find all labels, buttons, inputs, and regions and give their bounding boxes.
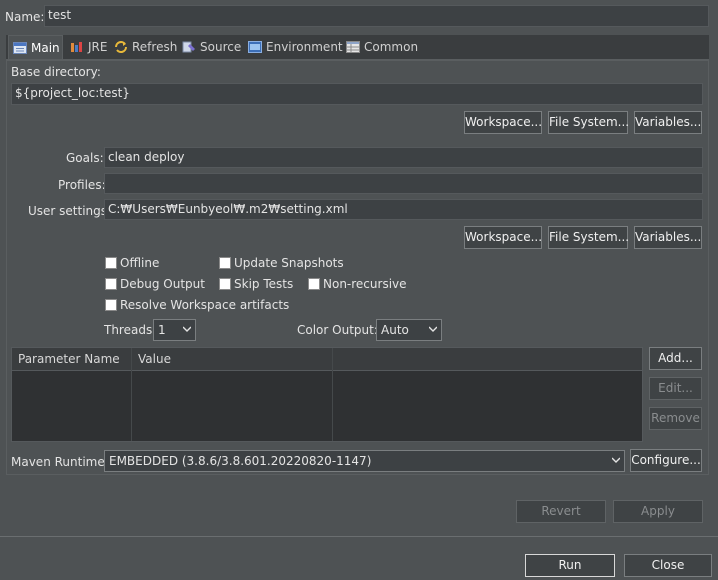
goals-label: Goals: — [66, 151, 104, 165]
tab-common[interactable]: Common — [346, 35, 418, 59]
base-variables-button[interactable]: Variables... — [634, 111, 702, 134]
source-icon — [182, 41, 195, 53]
jre-icon — [71, 42, 82, 52]
close-button[interactable]: Close — [624, 554, 712, 577]
base-file-system-button[interactable]: File System... — [548, 111, 630, 134]
apply-button-label: Apply — [641, 504, 675, 518]
edit-parameter-button[interactable]: Edit... — [649, 377, 702, 400]
user-settings-label: User settings: — [28, 204, 112, 218]
tab-main[interactable]: Main — [8, 35, 63, 59]
edit-parameter-button-label: Edit... — [658, 381, 693, 395]
maven-runtime-value: EMBEDDED (3.8.6/3.8.601.20220820-1147) — [109, 454, 372, 468]
launch-config-tabs: Main JRE Refresh Source Environment Comm… — [6, 35, 709, 60]
chevron-down-icon — [612, 457, 620, 463]
remove-parameter-button-label: Remove — [651, 411, 700, 425]
skip-tests-label: Skip Tests — [234, 277, 294, 291]
update-snapshots-label: Update Snapshots — [234, 256, 344, 270]
profiles-input[interactable] — [104, 173, 703, 194]
base-workspace-button[interactable]: Workspace... — [464, 111, 542, 134]
close-button-label: Close — [651, 558, 685, 572]
chevron-down-icon — [183, 326, 191, 332]
settings-variables-button[interactable]: Variables... — [634, 226, 702, 249]
goals-input[interactable]: clean deploy — [104, 147, 703, 168]
user-settings-input[interactable]: C:₩Users₩Eunbyeol₩.m2₩setting.xml — [104, 199, 703, 220]
name-input[interactable]: test — [44, 5, 709, 27]
name-label: Name: — [5, 10, 45, 24]
column-value[interactable]: Value — [132, 348, 333, 371]
remove-parameter-button[interactable]: Remove — [649, 407, 702, 430]
maven-runtime-label: Maven Runtime: — [11, 455, 109, 469]
debug-output-label: Debug Output — [120, 277, 205, 291]
column-divider — [332, 348, 333, 441]
settings-file-system-button-label: File System... — [549, 230, 630, 244]
common-icon — [346, 41, 360, 53]
debug-output-checkbox[interactable] — [105, 278, 117, 290]
environment-icon — [248, 41, 262, 53]
update-snapshots-checkbox[interactable] — [219, 257, 231, 269]
settings-workspace-button[interactable]: Workspace... — [464, 226, 542, 249]
base-directory-input[interactable]: ${project_loc:test} — [11, 83, 703, 105]
tab-jre-label: JRE — [88, 40, 108, 54]
tab-source-label: Source — [200, 40, 242, 54]
threads-value: 1 — [158, 323, 166, 337]
tab-environment[interactable]: Environment — [248, 35, 343, 59]
settings-variables-button-label: Variables... — [635, 230, 702, 244]
base-variables-button-label: Variables... — [635, 115, 702, 129]
offline-checkbox[interactable] — [105, 257, 117, 269]
threads-select[interactable]: 1 — [153, 319, 196, 341]
column-parameter-name[interactable]: Parameter Name — [12, 348, 132, 371]
add-parameter-button[interactable]: Add... — [649, 347, 702, 370]
base-workspace-button-label: Workspace... — [465, 115, 543, 129]
settings-workspace-button-label: Workspace... — [465, 230, 543, 244]
column-filler — [333, 348, 642, 371]
threads-label: Threads: — [104, 323, 157, 337]
resolve-workspace-label: Resolve Workspace artifacts — [120, 298, 290, 312]
tab-refresh-label: Refresh — [132, 40, 178, 54]
base-directory-label: Base directory: — [11, 65, 101, 79]
tab-refresh[interactable]: Refresh — [114, 35, 177, 59]
non-recursive-checkbox[interactable] — [308, 278, 320, 290]
revert-button-label: Revert — [541, 504, 581, 518]
color-output-value: Auto — [381, 323, 409, 337]
tab-jre[interactable]: JRE — [70, 35, 107, 59]
color-output-label: Color Output: — [297, 323, 378, 337]
base-file-system-button-label: File System... — [549, 115, 630, 129]
configure-runtime-button[interactable]: Configure... — [630, 449, 702, 472]
settings-file-system-button[interactable]: File System... — [548, 226, 630, 249]
resolve-workspace-checkbox[interactable] — [105, 299, 117, 311]
tab-source[interactable]: Source — [182, 35, 241, 59]
refresh-icon — [115, 41, 127, 53]
color-output-select[interactable]: Auto — [376, 319, 442, 341]
column-divider — [131, 348, 132, 441]
tab-common-label: Common — [364, 40, 419, 54]
dialog-separator — [0, 536, 718, 537]
offline-label: Offline — [120, 256, 160, 270]
non-recursive-label: Non-recursive — [323, 277, 407, 291]
maven-runtime-select[interactable]: EMBEDDED (3.8.6/3.8.601.20220820-1147) — [104, 450, 625, 472]
configure-runtime-button-label: Configure... — [631, 453, 701, 467]
chevron-down-icon — [429, 326, 437, 332]
tab-main-label: Main — [31, 41, 60, 55]
tab-environment-label: Environment — [266, 40, 343, 54]
skip-tests-checkbox[interactable] — [219, 278, 231, 290]
parameters-table[interactable]: Parameter Name Value — [11, 347, 643, 442]
add-parameter-button-label: Add... — [658, 351, 693, 365]
revert-button[interactable]: Revert — [516, 500, 606, 523]
main-tab-icon — [13, 42, 27, 54]
run-button[interactable]: Run — [525, 554, 615, 577]
apply-button[interactable]: Apply — [613, 500, 703, 523]
profiles-label: Profiles: — [58, 178, 106, 192]
run-button-label: Run — [558, 558, 582, 572]
